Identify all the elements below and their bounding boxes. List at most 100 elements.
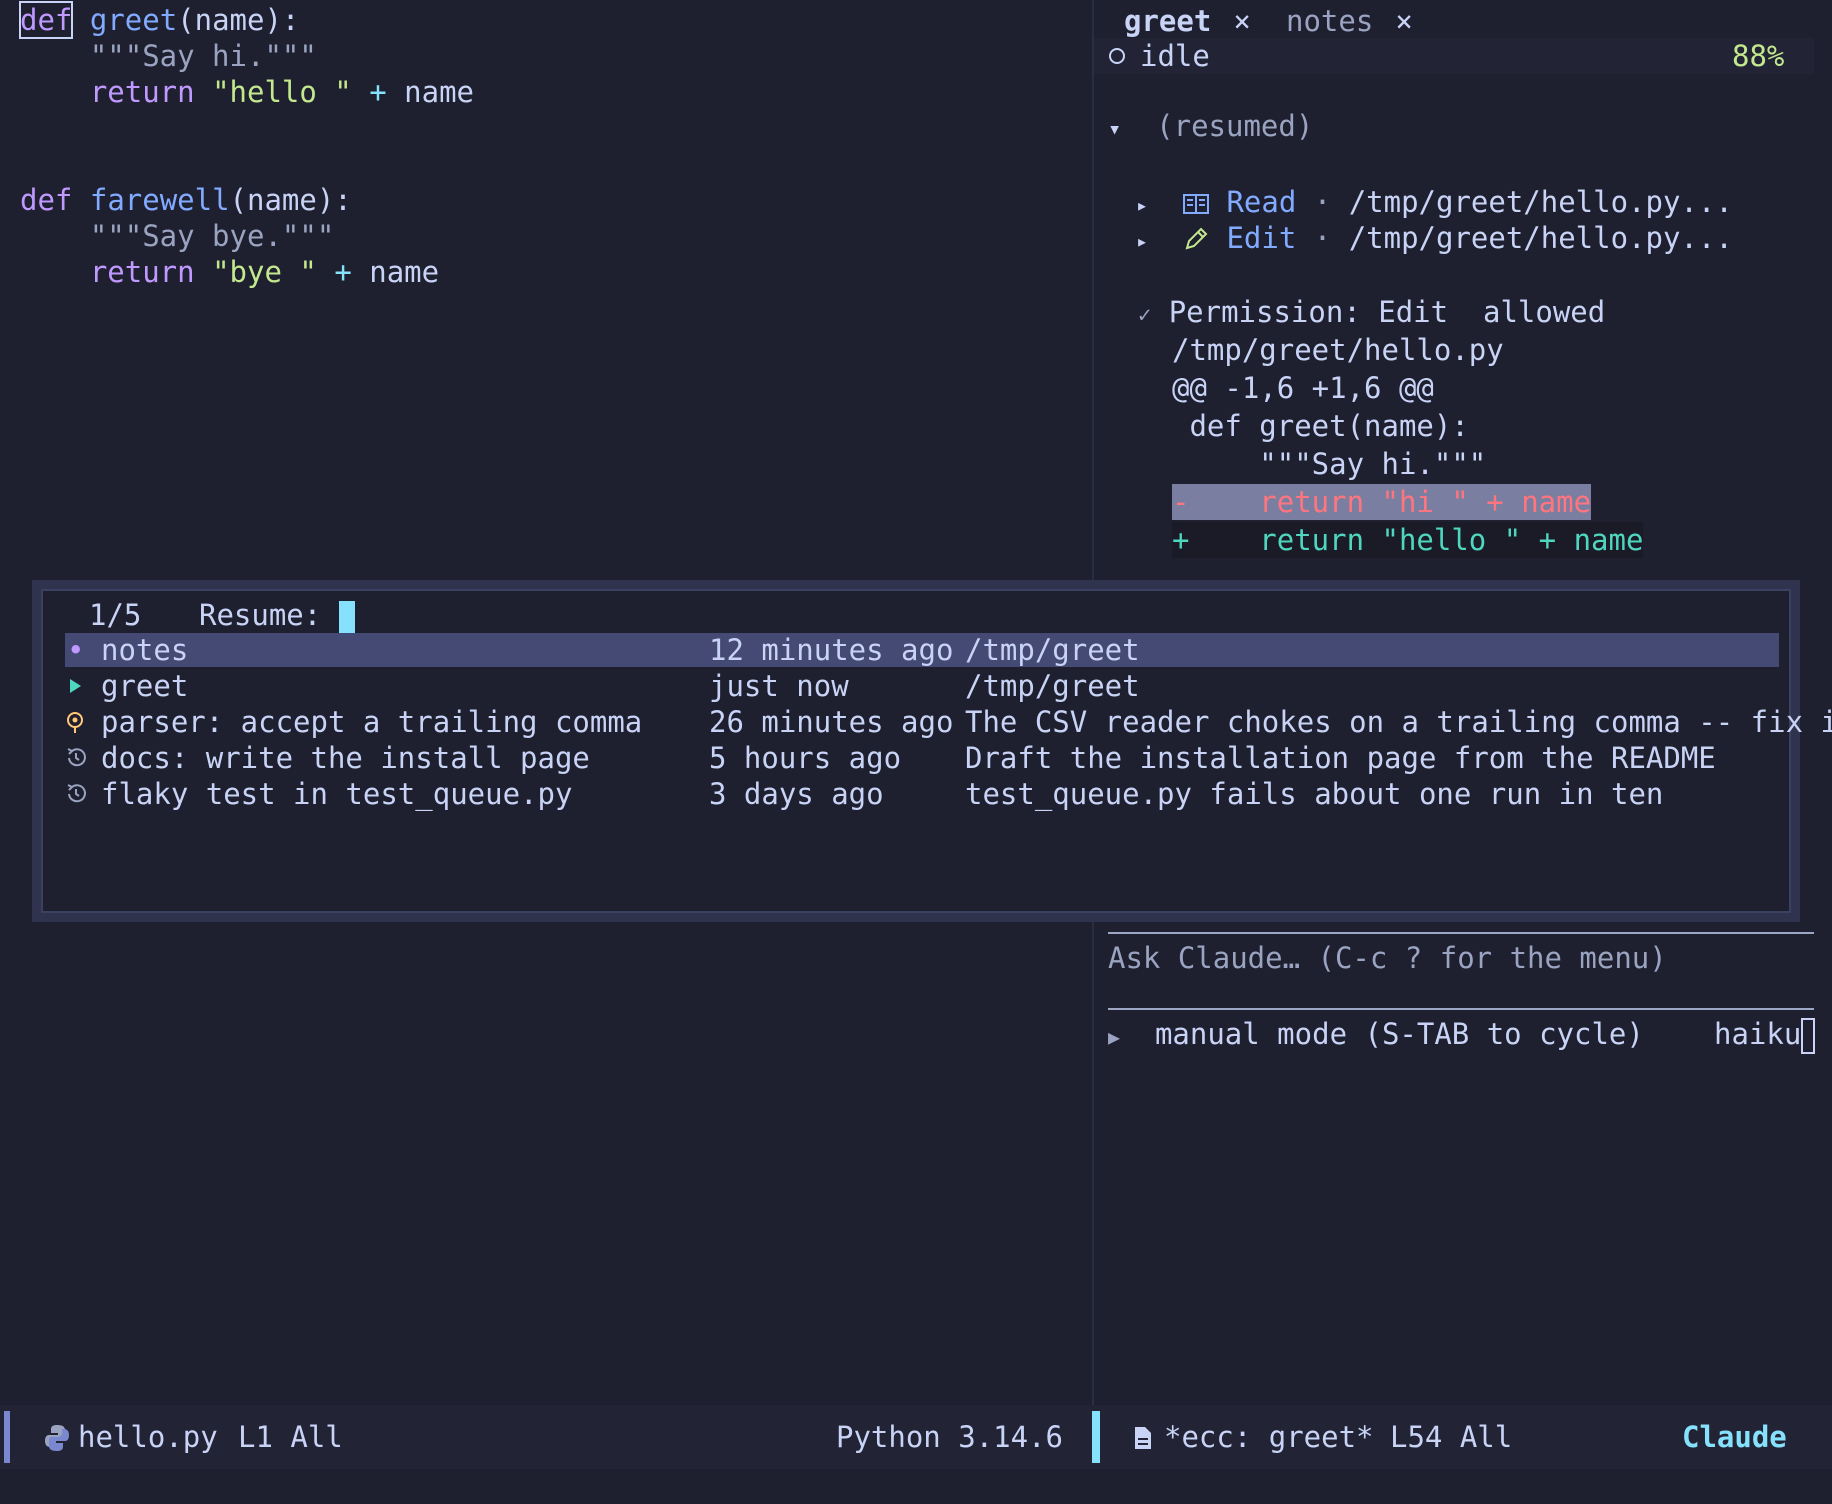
session-name: docs: write the install page xyxy=(101,741,590,775)
code-line: def greet(name): xyxy=(18,1,300,39)
session-name: greet xyxy=(101,669,189,703)
history-icon xyxy=(65,741,87,782)
text-cursor xyxy=(338,601,355,633)
mode-line-right: *ecc: greet* L54 All Claude xyxy=(1092,1405,1832,1469)
permission-entry: ✓ Permission: Edit allowed xyxy=(1138,294,1605,334)
session-time: 5 hours ago xyxy=(709,741,902,775)
tab-label: greet xyxy=(1124,4,1212,38)
tool-call-read[interactable]: ▸ Read · /tmp/greet/hello.py... xyxy=(1136,184,1733,223)
document-icon xyxy=(1132,1419,1154,1463)
resume-item[interactable]: flaky test in test_queue.py 3 days ago t… xyxy=(65,777,1779,811)
python-icon xyxy=(44,1419,70,1463)
buffer-name[interactable]: *ecc: greet* xyxy=(1164,1419,1374,1455)
tool-name: Read xyxy=(1226,185,1297,219)
operator: + xyxy=(334,255,352,289)
separator: · xyxy=(1313,185,1332,219)
keyword: def xyxy=(18,1,74,39)
expand-icon: ▸ xyxy=(1136,193,1149,217)
tool-name: Edit xyxy=(1226,221,1297,255)
tool-call-edit[interactable]: ▸ Edit · /tmp/greet/hello.py... xyxy=(1136,220,1733,259)
play-icon xyxy=(67,669,83,710)
session-desc: Draft the installation page from the REA… xyxy=(965,741,1716,775)
session-status-bar: idle 88% xyxy=(1094,38,1814,74)
session-desc: /tmp/greet xyxy=(965,669,1140,703)
close-icon[interactable]: × xyxy=(1395,4,1412,38)
tab-label: notes xyxy=(1286,4,1374,38)
status-state: idle xyxy=(1140,39,1210,73)
code-text: (name): xyxy=(177,3,300,37)
tool-path: /tmp/greet/hello.py... xyxy=(1348,221,1733,255)
section-header[interactable]: ▾ (resumed) xyxy=(1108,108,1313,148)
code-line: return "bye " + name xyxy=(20,254,439,290)
active-indicator xyxy=(1092,1411,1100,1463)
status-circle-icon xyxy=(1108,38,1126,82)
session-name: parser: accept a trailing comma xyxy=(101,705,643,739)
mode-indicator[interactable]: ▶ manual mode (S-TAB to cycle) xyxy=(1108,1016,1644,1055)
tab-notes[interactable]: notes × xyxy=(1286,4,1413,38)
check-icon: ✓ xyxy=(1138,303,1152,328)
tool-path: /tmp/greet/hello.py... xyxy=(1348,185,1733,219)
diff-context-line: def greet(name): xyxy=(1172,409,1469,443)
function-name: farewell xyxy=(89,183,230,217)
context-percent: 88% xyxy=(1732,39,1785,73)
model-name[interactable]: haiku xyxy=(1714,1016,1816,1054)
resume-prompt[interactable]: Resume: xyxy=(199,597,355,633)
collapse-icon: ▾ xyxy=(1108,117,1122,142)
session-name: notes xyxy=(101,633,189,667)
diff-hunk-header: @@ -1,6 +1,6 @@ xyxy=(1172,371,1434,405)
diff-added-line: + return "hello " + name xyxy=(1172,522,1644,558)
text-cursor xyxy=(1801,1018,1816,1054)
string-literal: "bye " xyxy=(212,255,317,289)
active-indicator xyxy=(4,1411,10,1463)
app-label[interactable]: Claude xyxy=(1682,1419,1787,1455)
keyword: return xyxy=(89,75,195,109)
code-line: return "hello " + name xyxy=(20,74,474,110)
permission-file: /tmp/greet/hello.py xyxy=(1172,333,1504,367)
session-time: 12 minutes ago xyxy=(709,633,954,667)
keyword: def xyxy=(20,183,73,217)
mode-line-left: hello.py L1 All Python 3.14.6 xyxy=(0,1405,1092,1469)
resume-item[interactable]: • notes 12 minutes ago /tmp/greet xyxy=(65,633,1779,667)
history-icon xyxy=(65,777,87,818)
session-name: flaky test in test_queue.py xyxy=(101,777,573,811)
cursor-position: L1 All xyxy=(238,1420,343,1454)
identifier: name xyxy=(404,75,475,109)
input-top-rule xyxy=(1108,932,1814,934)
session-time: 3 days ago xyxy=(709,777,884,811)
session-desc: The CSV reader chokes on a trailing comm… xyxy=(965,705,1832,739)
operator: + xyxy=(369,75,387,109)
play-icon: ▶ xyxy=(1108,1025,1121,1049)
pin-icon xyxy=(65,705,85,746)
resume-item[interactable]: parser: accept a trailing comma 26 minut… xyxy=(65,705,1832,739)
session-desc: test_queue.py fails about one run in ten xyxy=(965,777,1664,811)
input-bottom-rule xyxy=(1108,1008,1814,1010)
mode-label: manual mode (S-TAB to cycle) xyxy=(1154,1017,1644,1051)
permission-text: Permission: Edit allowed xyxy=(1168,295,1606,329)
diff-removed-line: - return "hi " + name xyxy=(1172,484,1592,520)
session-time: 26 minutes ago xyxy=(709,705,954,739)
cursor-position: L54 All xyxy=(1390,1420,1513,1454)
resume-item[interactable]: greet just now /tmp/greet xyxy=(65,669,1779,703)
minibuffer[interactable] xyxy=(0,1469,1832,1504)
book-icon xyxy=(1182,185,1209,219)
tab-greet[interactable]: greet × xyxy=(1124,4,1251,40)
close-icon[interactable]: × xyxy=(1233,4,1250,38)
session-desc: /tmp/greet xyxy=(965,633,1140,667)
major-mode[interactable]: Python 3.14.6 xyxy=(836,1419,1063,1455)
diff-context-line: """Say hi.""" xyxy=(1172,447,1487,481)
pencil-icon xyxy=(1183,221,1209,255)
docstring: """Say hi.""" xyxy=(89,39,317,73)
file-name[interactable]: hello.py xyxy=(78,1419,218,1455)
prompt-input[interactable]: Ask Claude… (C-c ? for the menu) xyxy=(1108,940,1667,976)
docstring: """Say bye.""" xyxy=(89,219,335,253)
string-literal: "hello " xyxy=(212,75,352,109)
identifier: name xyxy=(369,255,440,289)
keyword: return xyxy=(89,255,195,289)
code-line: """Say hi.""" xyxy=(20,38,317,74)
resume-picker: 1/5 Resume: • notes 12 minutes ago /tmp/… xyxy=(32,580,1832,922)
dot-icon: • xyxy=(67,633,85,667)
code-text: (name): xyxy=(229,183,352,217)
code-line: def farewell(name): xyxy=(20,182,352,218)
resume-item[interactable]: docs: write the install page 5 hours ago… xyxy=(65,741,1779,775)
match-counter: 1/5 xyxy=(89,598,142,632)
